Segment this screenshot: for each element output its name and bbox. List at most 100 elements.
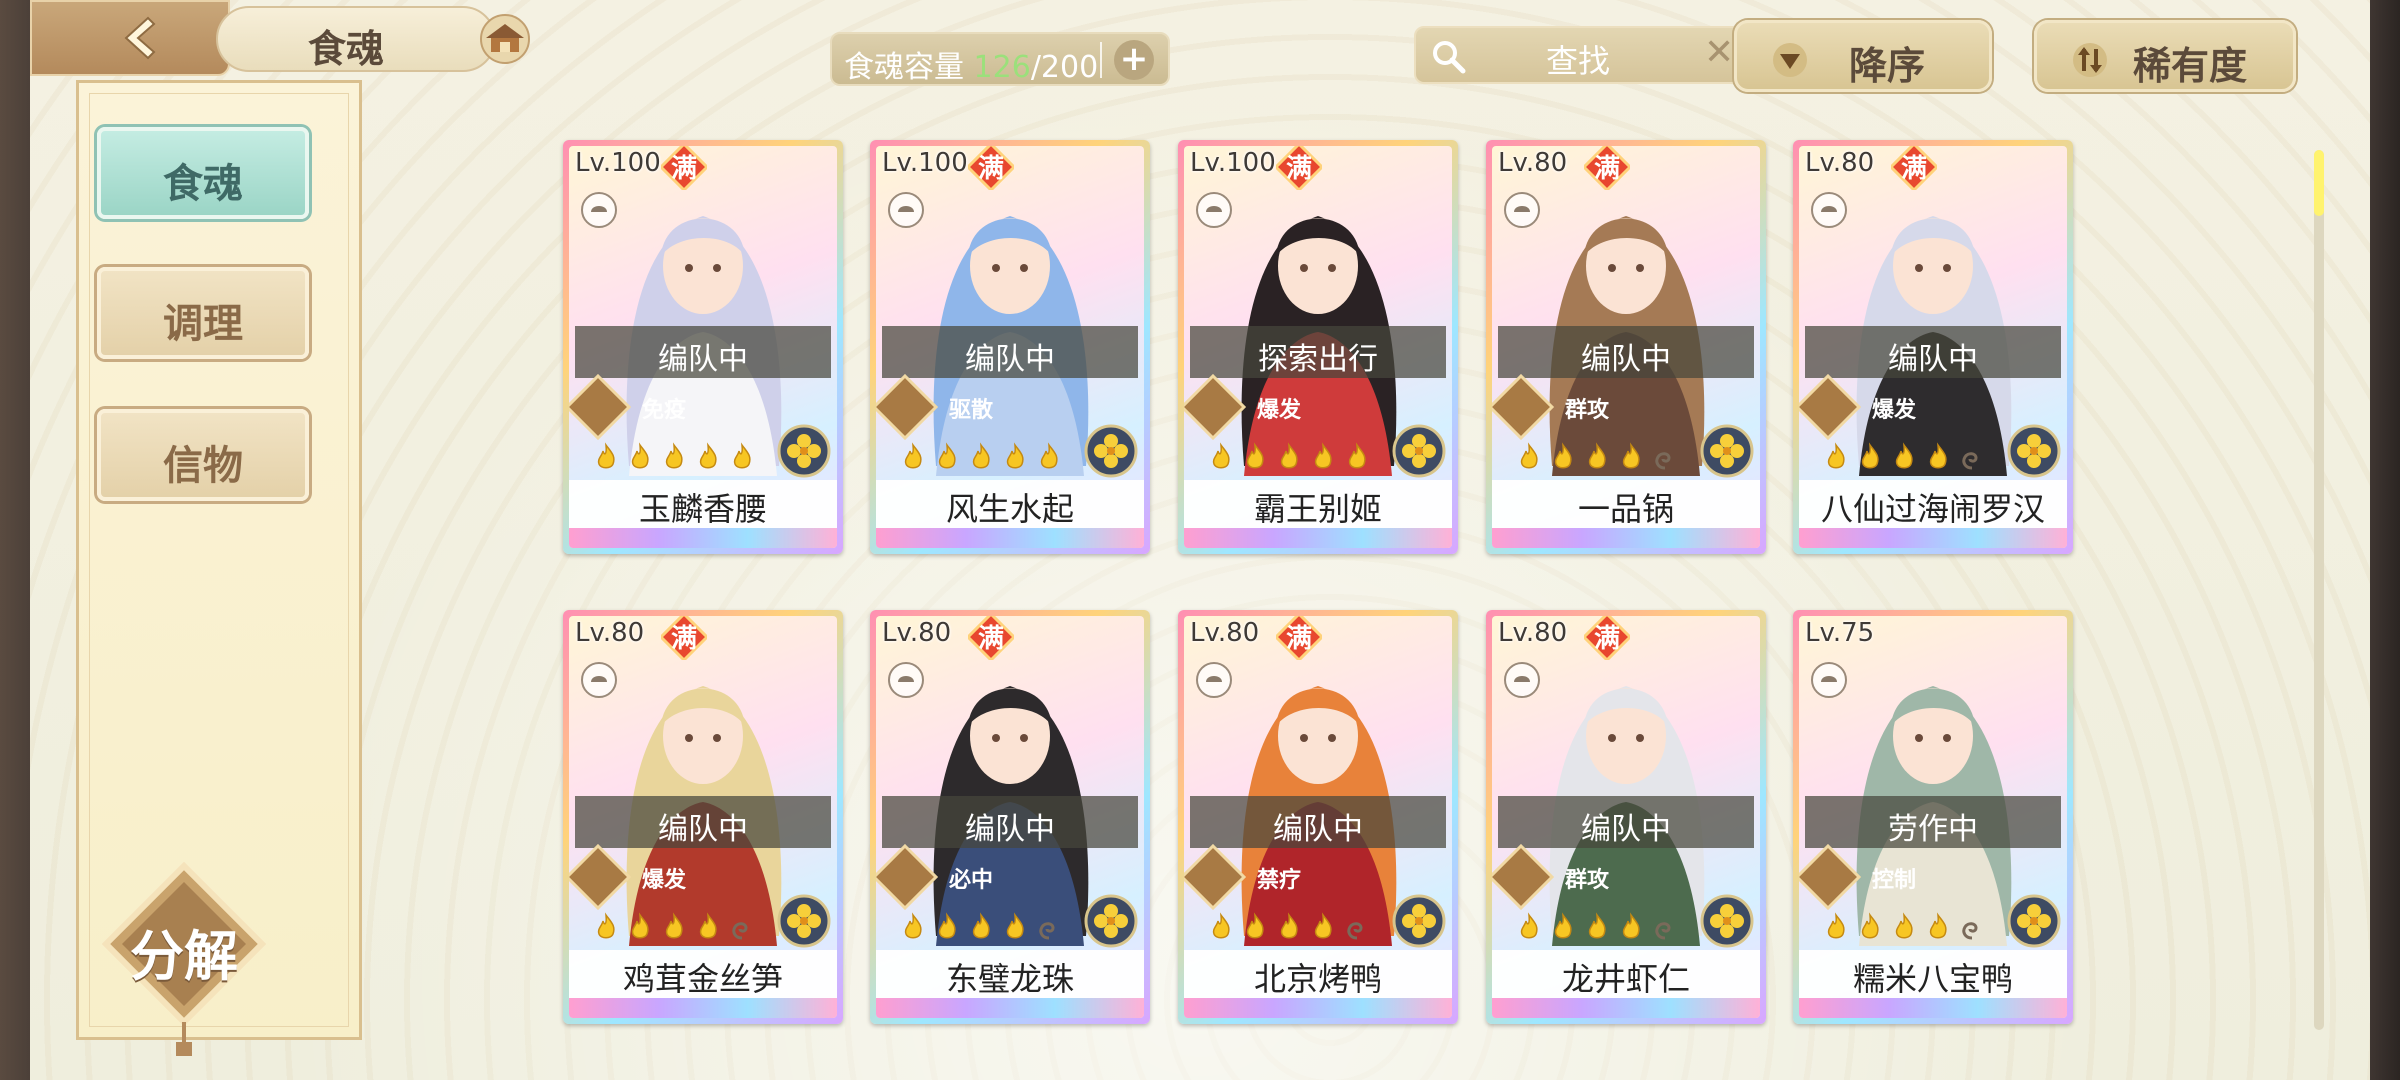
flower-element-icon: [777, 424, 831, 478]
food-soul-card[interactable]: Lv.80 满编队中 禁疗 北京烤鸭: [1178, 610, 1458, 1024]
status-bar: 编队中: [1498, 796, 1754, 848]
lock-icon[interactable]: [1809, 660, 1849, 700]
lock-icon[interactable]: [1809, 190, 1849, 230]
status-label: 编队中: [1888, 342, 1978, 377]
max-level-badge: 满: [965, 616, 1017, 663]
name-bar: 玉麟香腰: [569, 480, 837, 528]
back-arrow-icon: [124, 16, 156, 60]
lock-icon[interactable]: [886, 190, 926, 230]
food-soul-card[interactable]: Lv.75 劳作中 控制 糯米八宝鸭: [1793, 610, 2073, 1024]
capacity-current: 126: [973, 50, 1031, 85]
flame-star-icon: [665, 912, 683, 939]
flame-star-icon: [733, 442, 751, 469]
back-button[interactable]: [30, 0, 230, 76]
flame-star-icon: [631, 912, 649, 939]
flame-star-icon: [1588, 912, 1606, 939]
top-bar: 食魂 食魂容量 126/200 + 查找 ✕ 降序 稀有度: [30, 0, 2370, 92]
lock-icon[interactable]: [1502, 660, 1542, 700]
lock-icon[interactable]: [1194, 190, 1234, 230]
status-bar: 编队中: [575, 326, 831, 378]
food-soul-card[interactable]: Lv.80 满编队中 爆发 八仙过海闹罗汉: [1793, 140, 2073, 554]
diamond-badge-icon: [1492, 843, 1555, 911]
name-bar: 北京烤鸭: [1184, 950, 1452, 998]
food-soul-card[interactable]: Lv.80 满编队中 群攻 一品锅: [1486, 140, 1766, 554]
decompose-button[interactable]: 分解: [101, 861, 267, 1058]
clear-search-button[interactable]: ✕: [1704, 32, 1734, 73]
food-soul-card[interactable]: Lv.100 满编队中 驱散 风生水起: [870, 140, 1150, 554]
max-level-badge: 满: [1273, 146, 1325, 193]
food-soul-card[interactable]: Lv.100 满探索出行 爆发 霸王别姬: [1178, 140, 1458, 554]
flower-element-icon: [1392, 894, 1446, 948]
food-soul-card[interactable]: Lv.100 满编队中 免疫 玉麟香腰: [563, 140, 843, 554]
card-footer-decoration: [1799, 998, 2067, 1018]
diamond-badge-icon: [876, 373, 939, 441]
role-label: 爆发: [1256, 398, 1301, 423]
lock-icon[interactable]: [579, 190, 619, 230]
swirl-star-icon: [1962, 922, 1978, 940]
sidebar-item-label: 调理: [163, 300, 243, 347]
diamond-badge-icon: [1184, 843, 1247, 911]
add-capacity-button[interactable]: +: [1114, 40, 1154, 80]
role-badge: 爆发: [1184, 373, 1301, 441]
flame-star-icon: [1622, 912, 1640, 939]
sidebar-item-conditioning[interactable]: 调理: [97, 267, 309, 359]
page-title: 食魂: [308, 26, 385, 71]
max-level-text: 满: [1593, 154, 1620, 184]
flame-star-icon: [904, 912, 922, 939]
flame-star-icon: [699, 442, 717, 469]
food-soul-card[interactable]: Lv.80 满编队中 必中 东璧龙珠: [870, 610, 1150, 1024]
sort-key-label: 稀有度: [2133, 43, 2248, 88]
sort-order-button[interactable]: 降序: [1734, 20, 1992, 92]
diamond-badge-icon: [1492, 373, 1555, 441]
flower-element-icon: [1700, 894, 1754, 948]
triangle-down-icon: [1773, 43, 1807, 77]
scrollbar[interactable]: [2314, 150, 2324, 1030]
status-label: 编队中: [1581, 342, 1671, 377]
flame-star-icon: [1520, 912, 1538, 939]
character-name: 风生水起: [945, 490, 1074, 528]
role-label: 禁疗: [1256, 868, 1301, 893]
lock-icon[interactable]: [886, 660, 926, 700]
star-rating: [1206, 442, 1372, 476]
flame-star-icon: [938, 912, 956, 939]
sort-key-button[interactable]: 稀有度: [2034, 20, 2296, 92]
card-frame: Lv.80 满编队中 群攻 一品锅: [1492, 146, 1760, 548]
status-label: 编队中: [965, 812, 1055, 847]
home-icon[interactable]: [478, 12, 532, 66]
sidebar-item-token[interactable]: 信物: [97, 409, 309, 501]
food-soul-card[interactable]: Lv.80 满编队中 爆发 鸡茸金丝笋: [563, 610, 843, 1024]
search-input[interactable]: 查找 ✕: [1414, 26, 1746, 84]
level-label: Lv.75: [1805, 618, 1875, 648]
sidebar-item-food-soul[interactable]: 食魂: [97, 127, 309, 219]
flame-star-icon: [1895, 912, 1913, 939]
lock-icon[interactable]: [1194, 660, 1234, 700]
name-bar: 风生水起: [876, 480, 1144, 528]
food-soul-card[interactable]: Lv.80 满编队中 群攻 龙井虾仁: [1486, 610, 1766, 1024]
max-level-badge: 满: [1888, 146, 1940, 193]
star-rating: [1514, 912, 1680, 946]
max-level-text: 满: [1285, 154, 1312, 184]
flame-star-icon: [699, 912, 717, 939]
status-bar: 编队中: [575, 796, 831, 848]
flame-star-icon: [904, 442, 922, 469]
star-rating: [591, 912, 757, 946]
character-name: 东璧龙珠: [945, 960, 1074, 998]
scrollbar-thumb[interactable]: [2314, 150, 2324, 216]
diamond-badge-icon: [876, 843, 939, 911]
diamond-badge-icon: [1799, 373, 1862, 441]
flame-star-icon: [1314, 912, 1332, 939]
level-label: Lv.80: [882, 618, 952, 648]
role-label: 控制: [1871, 868, 1916, 893]
flame-star-icon: [1212, 912, 1230, 939]
star-rating: [591, 442, 757, 476]
lock-icon[interactable]: [1502, 190, 1542, 230]
star-rating: [898, 912, 1064, 946]
max-level-badge: 满: [965, 146, 1017, 193]
flame-star-icon: [665, 442, 683, 469]
card-frame: Lv.100 满编队中 免疫 玉麟香腰: [569, 146, 837, 548]
lock-icon[interactable]: [579, 660, 619, 700]
star-rating: [1821, 912, 1987, 946]
role-label: 爆发: [641, 868, 686, 893]
swirl-star-icon: [1347, 922, 1363, 940]
flame-star-icon: [1588, 442, 1606, 469]
